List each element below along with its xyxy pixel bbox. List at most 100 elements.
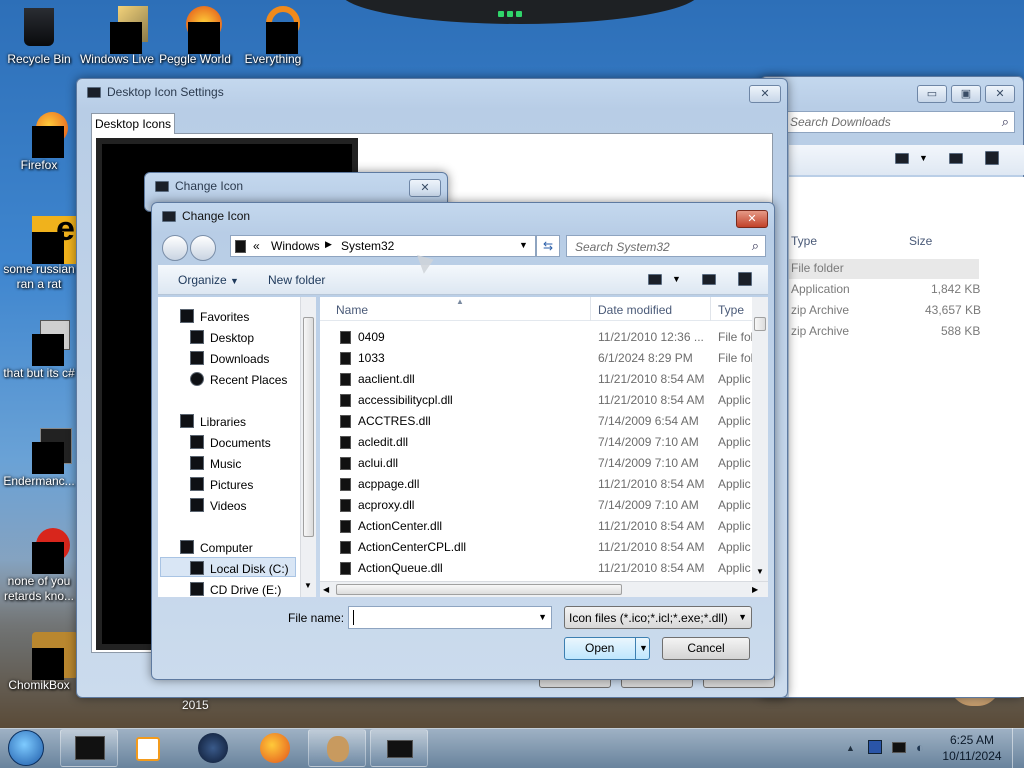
breadcrumb-windows[interactable]: Windows xyxy=(271,239,320,253)
desktop-icon-russian-rat[interactable]: e some russian ran a rat xyxy=(0,212,80,292)
help-icon[interactable] xyxy=(738,272,752,286)
breadcrumb-system32[interactable]: System32 xyxy=(341,239,394,253)
list-item[interactable]: acproxy.dll 7/14/2009 7:10 AM Applic xyxy=(320,495,752,516)
preview-pane-icon[interactable] xyxy=(702,274,716,285)
nav-desktop[interactable]: Desktop xyxy=(210,331,254,345)
close-button[interactable]: ✕ xyxy=(749,85,781,103)
close-button[interactable]: ✕ xyxy=(736,210,768,228)
view-icon[interactable] xyxy=(895,153,909,164)
network-icon[interactable] xyxy=(892,742,906,753)
refresh-icon[interactable]: ⇆ xyxy=(536,235,560,257)
column-date-modified[interactable]: Date modified xyxy=(598,303,672,317)
hscrollbar-thumb[interactable] xyxy=(336,584,622,595)
taskbar-item-hamster[interactable] xyxy=(308,729,366,767)
list-item[interactable]: 1033 6/1/2024 8:29 PM File fol xyxy=(320,348,752,369)
vscrollbar-thumb[interactable] xyxy=(754,317,766,331)
cancel-button[interactable]: Cancel xyxy=(662,637,750,660)
nav-downloads[interactable]: Downloads xyxy=(210,352,269,366)
change-icon-dialog[interactable]: Change Icon ✕ « Windows ▶ System32 ▼ ⇆ S… xyxy=(151,202,775,680)
list-item[interactable]: ActionCenterCPL.dll 11/21/2010 8:54 AM App… xyxy=(320,537,752,558)
chevron-down-icon[interactable]: ▼ xyxy=(538,612,547,622)
show-desktop-button[interactable] xyxy=(1012,728,1024,768)
nav-libraries[interactable]: Libraries xyxy=(200,415,246,429)
list-item[interactable]: acppage.dll 11/21/2010 8:54 AM Applic xyxy=(320,474,752,495)
address-bar[interactable]: « Windows ▶ System32 ▼ xyxy=(230,235,536,257)
tab-desktop-icons[interactable]: Desktop Icons xyxy=(91,113,175,134)
file-list-vscrollbar[interactable]: ▼ xyxy=(752,297,768,581)
nav-music[interactable]: Music xyxy=(210,457,241,471)
desktop-icon-chomikbox[interactable]: ChomikBox xyxy=(0,632,78,693)
desktop-icon-csharp[interactable]: that but its c# xyxy=(0,320,78,381)
close-button[interactable]: ✕ xyxy=(409,179,441,197)
downloads-window[interactable]: ▭ ▣ ✕ Search Downloads ⌕ ▼ Type Size Fil… xyxy=(760,76,1024,698)
nav-scrollbar[interactable]: ▼ xyxy=(300,297,316,597)
nav-cd-drive[interactable]: CD Drive (E:) xyxy=(210,583,281,597)
nav-computer[interactable]: Computer xyxy=(200,541,253,555)
open-button[interactable]: Open ▼ xyxy=(564,637,650,660)
chevron-down-icon[interactable]: ▼ xyxy=(672,274,681,284)
list-item[interactable]: ActionQueue.dll 11/21/2010 8:54 AM Applic xyxy=(320,558,752,579)
minimize-button[interactable]: ▭ xyxy=(917,85,947,103)
chevron-down-icon[interactable]: ▼ xyxy=(639,638,648,659)
search-system32-box[interactable]: Search System32 ⌕ xyxy=(566,235,766,257)
maximize-button[interactable]: ▣ xyxy=(951,85,981,103)
close-button[interactable]: ✕ xyxy=(985,85,1015,103)
list-item[interactable]: accessibilitycpl.dll 11/21/2010 8:54 AM Ap… xyxy=(320,390,752,411)
desktop-icon-none-of-you[interactable]: none of you retards kno... xyxy=(0,528,78,604)
forward-button[interactable] xyxy=(190,235,216,261)
breadcrumb-overflow[interactable]: « xyxy=(253,239,260,253)
help-icon[interactable] xyxy=(985,151,999,165)
desktop-icon-everything[interactable]: Everything xyxy=(234,6,312,67)
taskbar-item-settings[interactable] xyxy=(370,729,428,767)
taskbar-item-firefox[interactable] xyxy=(246,729,304,767)
nav-favorites[interactable]: Favorites xyxy=(200,310,249,324)
start-button[interactable] xyxy=(4,728,48,768)
list-item[interactable]: aclui.dll 7/14/2009 7:10 AM Applic xyxy=(320,453,752,474)
nav-videos[interactable]: Videos xyxy=(210,499,246,513)
column-type[interactable]: Type xyxy=(791,231,817,252)
desktop-icon-peggle-world[interactable]: Peggle World xyxy=(156,6,234,67)
action-center-icon[interactable] xyxy=(868,740,882,754)
scroll-down-icon[interactable]: ▼ xyxy=(756,567,764,576)
column-size[interactable]: Size xyxy=(909,231,932,252)
desktop-icon-label: Peggle World xyxy=(159,52,231,66)
scroll-right-icon[interactable]: ▶ xyxy=(752,585,758,594)
search-downloads-box[interactable]: Search Downloads ⌕ xyxy=(787,111,1015,133)
file-list-hscrollbar[interactable]: ◀ ▶ xyxy=(320,581,768,597)
taskbar-item-browser[interactable] xyxy=(184,729,242,767)
nav-documents[interactable]: Documents xyxy=(210,436,271,450)
nav-recent-places[interactable]: Recent Places xyxy=(210,373,287,387)
list-item[interactable]: ACCTRES.dll 7/14/2009 6:54 AM Applic xyxy=(320,411,752,432)
new-folder-button[interactable]: New folder xyxy=(268,273,325,287)
file-type-select[interactable]: Icon files (*.ico;*.icl;*.exe;*.dll) ▼ xyxy=(564,606,752,629)
column-name[interactable]: Name xyxy=(336,303,368,317)
taskbar-item-media-player[interactable] xyxy=(122,729,180,767)
organize-button[interactable]: Organize ▼ xyxy=(178,273,239,287)
tray-clock[interactable]: 6:25 AM 10/11/2024 xyxy=(940,732,1004,764)
taskbar-item-monitor[interactable] xyxy=(60,729,118,767)
nav-pictures[interactable]: Pictures xyxy=(210,478,253,492)
tray-expand-icon[interactable]: ▲ xyxy=(846,743,855,753)
column-type[interactable]: Type xyxy=(718,303,744,317)
desktop-icon-endermanch[interactable]: Endermanc... xyxy=(0,428,78,489)
chevron-down-icon[interactable]: ▼ xyxy=(919,153,928,163)
chevron-down-icon[interactable]: ▼ xyxy=(519,240,528,250)
desktop-icon-firefox[interactable]: Firefox xyxy=(0,112,78,173)
back-button[interactable] xyxy=(162,235,188,261)
file-name-input[interactable]: ▼ xyxy=(348,606,552,629)
list-item[interactable]: aaclient.dll 11/21/2010 8:54 AM Applic xyxy=(320,369,752,390)
desktop-icon-windows-live[interactable]: Windows Live xyxy=(78,6,156,67)
chevron-right-icon[interactable]: ▶ xyxy=(325,239,332,250)
scroll-left-icon[interactable]: ◀ xyxy=(323,585,329,594)
list-item[interactable]: 0409 11/21/2010 12:36 ... File fol xyxy=(320,327,752,348)
desktop-icon-recycle-bin[interactable]: Recycle Bin xyxy=(0,6,78,67)
list-item[interactable]: acledit.dll 7/14/2009 7:10 AM Applic xyxy=(320,432,752,453)
list-item[interactable]: ActionCenter.dll 11/21/2010 8:54 AM Applic xyxy=(320,516,752,537)
scroll-down-icon[interactable]: ▼ xyxy=(304,581,312,590)
nav-scrollbar-thumb[interactable] xyxy=(303,317,314,537)
preview-icon[interactable] xyxy=(949,153,963,164)
nav-local-disk[interactable]: Local Disk (C:) xyxy=(210,562,289,576)
chevron-down-icon[interactable]: ▼ xyxy=(738,612,747,622)
view-icon[interactable] xyxy=(648,274,662,285)
volume-icon[interactable]: ◐ xyxy=(916,740,924,755)
